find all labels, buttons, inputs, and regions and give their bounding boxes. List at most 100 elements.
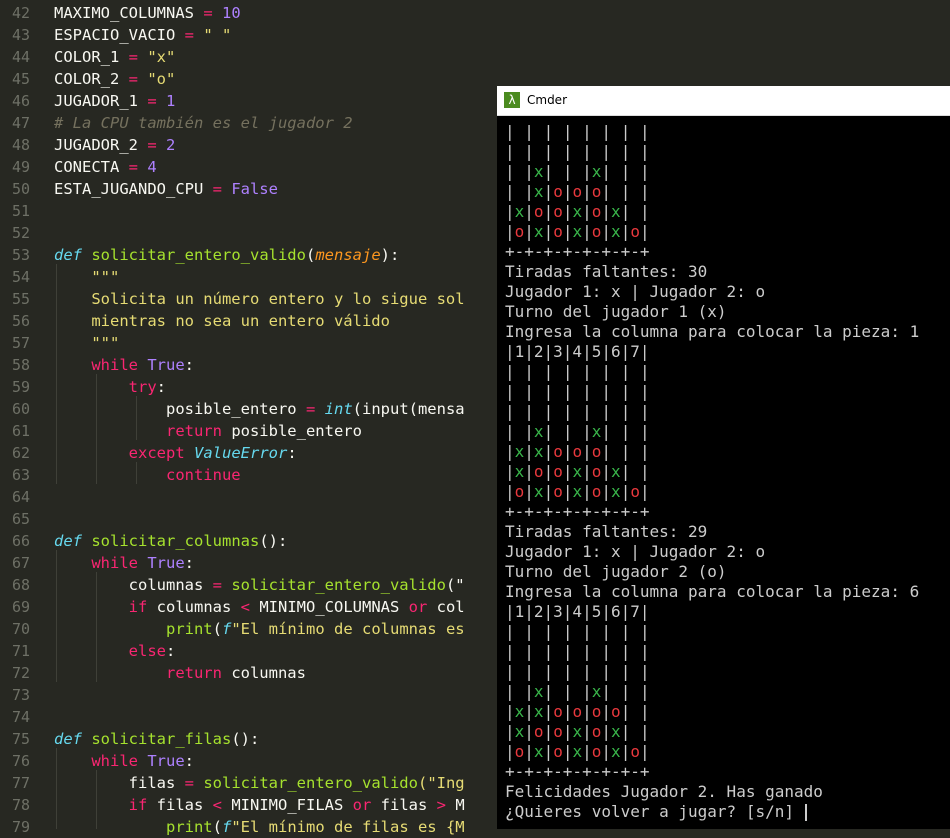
line-number: 45 <box>11 70 30 88</box>
piece-x: x <box>591 682 602 701</box>
piece-o: o <box>630 482 640 501</box>
piece-x: x <box>572 202 583 221</box>
line-number: 64 <box>11 488 30 506</box>
code-token: filas <box>147 796 213 814</box>
code-token: def <box>54 532 82 550</box>
piece-x: x <box>611 742 621 761</box>
code-text: """ <box>54 332 119 354</box>
piece-o: o <box>553 182 563 201</box>
line-number: 65 <box>11 510 30 528</box>
code-token: : <box>287 444 297 462</box>
piece-x: x <box>533 162 544 181</box>
terminal-output[interactable]: | | | | | | | | | | | | | | | | | |x| | |x… <box>505 122 919 822</box>
line-number: 56 <box>11 312 30 330</box>
piece-o: o <box>514 482 525 501</box>
piece-x: x <box>572 742 583 761</box>
piece-o: o <box>553 702 563 721</box>
code-token: solicitar_filas <box>91 730 232 748</box>
code-text: COLOR_2 = "o" <box>54 68 175 90</box>
piece-x: x <box>533 742 544 761</box>
line-number: 69 <box>11 598 30 616</box>
code-line[interactable]: 44 COLOR_1 = "x" <box>0 46 950 68</box>
line-number: 73 <box>11 686 30 704</box>
piece-o: o <box>591 742 602 761</box>
piece-o: o <box>553 742 563 761</box>
code-token: ValueError <box>194 444 288 462</box>
code-token: : <box>184 752 195 770</box>
piece-o: o <box>553 722 563 741</box>
terminal-line: | |x| | |x| | | <box>505 162 650 181</box>
terminal-line: | | | | | | | | <box>505 142 650 161</box>
line-number: 50 <box>11 180 30 198</box>
terminal-line: | | | | | | | | <box>505 362 650 381</box>
piece-o: o <box>591 482 602 501</box>
code-token: def <box>54 246 82 264</box>
cmder-window[interactable]: λ Cmder | | | | | | | | | | | | | | | | | … <box>497 86 950 829</box>
piece-x: x <box>533 222 544 241</box>
code-token: = <box>175 26 204 44</box>
code-token: posible_entero <box>54 400 306 418</box>
piece-o: o <box>514 222 525 241</box>
terminal-line: ¿Quieres volver a jugar? [s/n] <box>505 802 919 822</box>
code-token: return <box>165 664 222 682</box>
code-token: ( <box>212 818 222 836</box>
terminal-line: |1|2|3|4|5|6|7| <box>505 602 650 621</box>
terminal-line: Tiradas faltantes: 29 <box>505 522 708 541</box>
code-text: else: <box>54 640 176 662</box>
code-text: columnas = solicitar_entero_valido(" <box>54 574 465 596</box>
line-number: 49 <box>11 158 30 176</box>
code-token: M <box>446 796 465 814</box>
code-text: print(f"El mínimo de columnas es <box>54 618 465 640</box>
code-token: : <box>156 378 166 396</box>
code-token: mientras no sea un entero válido <box>54 312 390 330</box>
code-text: JUGADOR_1 = 1 <box>54 90 175 112</box>
line-number: 62 <box>11 444 30 462</box>
piece-x: x <box>514 442 525 461</box>
code-token: while <box>91 752 138 770</box>
code-text: print(f"El mínimo de filas es {M <box>54 816 465 838</box>
piece-o: o <box>591 222 602 241</box>
piece-x: x <box>572 222 583 241</box>
code-token: solicitar_columnas <box>91 532 260 550</box>
terminal-line: Turno del jugador 1 (x) <box>505 302 727 321</box>
code-text: def solicitar_entero_valido(mensaje): <box>54 244 399 266</box>
piece-o: o <box>533 202 544 221</box>
line-number: 77 <box>11 774 30 792</box>
code-text: while True: <box>54 552 194 574</box>
code-token: """ <box>54 268 120 286</box>
code-token: MAXIMO_COLUMNAS <box>54 4 194 22</box>
line-number: 46 <box>11 92 30 110</box>
line-number: 63 <box>11 466 30 484</box>
code-token: while <box>91 554 138 572</box>
terminal-line: | | | | | | | | <box>505 662 650 681</box>
terminal-line: |x|x|o|o|o|o| | <box>505 702 650 721</box>
code-text: JUGADOR_2 = 2 <box>54 134 175 156</box>
code-token: COLOR_2 <box>54 70 120 88</box>
line-number: 61 <box>11 422 30 440</box>
line-number: 78 <box>11 796 30 814</box>
code-token: filas <box>54 774 185 792</box>
cmder-titlebar[interactable]: λ Cmder <box>497 86 950 116</box>
code-token: True <box>147 752 185 770</box>
code-token: = <box>193 4 222 22</box>
line-number: 75 <box>11 730 30 748</box>
code-token: return <box>165 422 222 440</box>
window-title: Cmder <box>527 93 568 107</box>
code-token: print <box>165 818 213 836</box>
line-number: 59 <box>11 378 30 396</box>
code-text: CONECTA = 4 <box>54 156 157 178</box>
code-token: JUGADOR_1 <box>54 92 138 110</box>
code-token: = <box>119 70 148 88</box>
code-line[interactable]: 42 MAXIMO_COLUMNAS = 10 <box>0 2 950 24</box>
piece-x: x <box>611 722 621 741</box>
terminal-line: | | | | | | | | <box>505 642 650 661</box>
code-line[interactable]: 43 ESPACIO_VACIO = " " <box>0 24 950 46</box>
